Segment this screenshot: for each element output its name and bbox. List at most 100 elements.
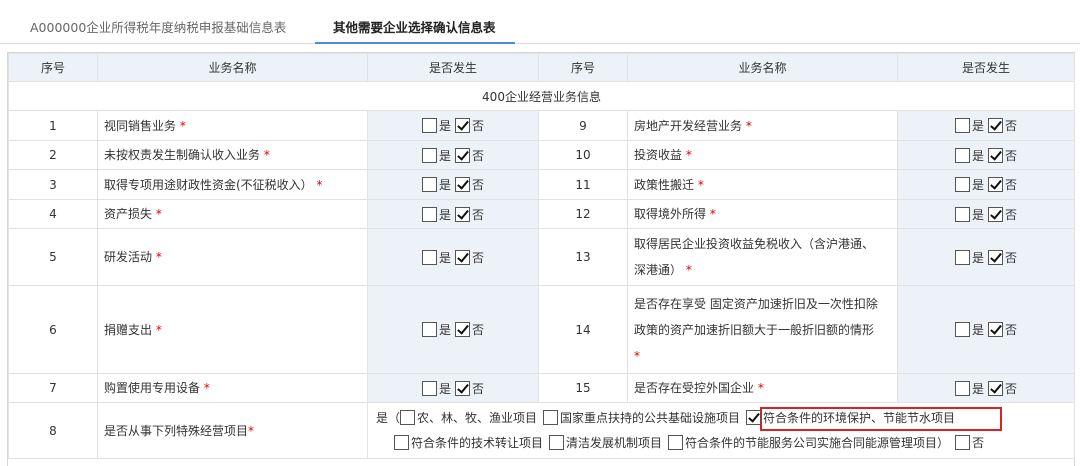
- no-checkbox[interactable]: [455, 206, 470, 222]
- row-number: 7: [8, 373, 98, 403]
- no-checkbox[interactable]: [988, 147, 1003, 163]
- occur-choice: 是否: [897, 140, 1075, 170]
- no-checkbox[interactable]: [455, 249, 470, 265]
- business-name: 研发活动 *: [97, 228, 368, 286]
- table-row: 6 捐赠支出 * 是否 14 是否存在享受 固定资产加速折旧及一次性扣除 政策的资…: [8, 285, 1075, 374]
- no-checkbox[interactable]: [988, 206, 1003, 222]
- no-checkbox[interactable]: [455, 147, 470, 163]
- special-project-options: 是（ 农、林、牧、渔业项目 国家重点扶持的公共基础设施项目 符合条件的环境保护、节能节…: [367, 402, 1075, 459]
- required-mark: *: [155, 207, 162, 221]
- row-number: 8: [8, 402, 98, 459]
- required-mark: *: [248, 423, 255, 438]
- occur-choice: 是否: [897, 169, 1075, 200]
- no-checkbox[interactable]: [455, 322, 470, 337]
- header-name: 业务名称: [627, 53, 898, 82]
- table-row: 1 视同销售业务 * 是否 9 房地产开发经营业务 * 是否: [8, 110, 1075, 141]
- header-seq: 序号: [8, 53, 98, 82]
- option-public-infrastructure[interactable]: 国家重点扶持的公共基础设施项目: [543, 409, 740, 425]
- yes-checkbox[interactable]: [421, 249, 437, 265]
- business-name: 未按权责发生制确认收入业务 *: [97, 140, 368, 170]
- header-occur: 是否发生: [897, 53, 1075, 82]
- business-name: 投资收益 *: [627, 140, 898, 170]
- no-checkbox[interactable]: [955, 434, 971, 450]
- yes-checkbox[interactable]: [421, 322, 437, 337]
- option-checkbox[interactable]: [400, 409, 416, 425]
- option-no[interactable]: 否: [955, 434, 984, 450]
- options-suffix: ）: [937, 435, 950, 450]
- occur-choice: 是否: [897, 110, 1075, 141]
- yes-checkbox[interactable]: [954, 322, 970, 337]
- yes-checkbox[interactable]: [954, 380, 970, 396]
- yes-checkbox[interactable]: [954, 147, 970, 163]
- business-name: 是否从事下列特殊经营项目*: [97, 402, 368, 459]
- yes-checkbox[interactable]: [421, 206, 437, 222]
- header-occur: 是否发生: [367, 53, 539, 82]
- option-checkbox[interactable]: [543, 409, 559, 425]
- required-mark: *: [697, 177, 704, 192]
- section-title: 400企业经营业务信息: [8, 81, 1075, 111]
- option-clean-development[interactable]: 清洁发展机制项目: [549, 434, 662, 450]
- occur-choice: 是否: [367, 110, 539, 141]
- business-name: 是否存在享受 固定资产加速折旧及一次性扣除 政策的资产加速折旧额大于一般折旧额的情…: [627, 285, 898, 374]
- table-header: 序号 业务名称 是否发生 序号 业务名称 是否发生: [8, 53, 1075, 82]
- required-mark: *: [263, 148, 270, 162]
- table-row: 4 资产损失 * 是否 12 取得境外所得 * 是否: [8, 199, 1075, 229]
- required-mark: *: [203, 381, 210, 395]
- row-number: 11: [538, 169, 628, 200]
- yes-checkbox[interactable]: [954, 249, 970, 265]
- row-number: 3: [8, 169, 98, 200]
- no-checkbox[interactable]: [455, 177, 470, 192]
- occur-choice: 是否: [367, 373, 539, 403]
- yes-checkbox[interactable]: [421, 177, 437, 192]
- row-number: 1: [8, 110, 98, 141]
- business-name: 购置使用专用设备 *: [97, 373, 368, 403]
- required-mark: *: [179, 118, 186, 133]
- business-name: 政策性搬迁 *: [627, 169, 898, 200]
- option-checkbox[interactable]: [394, 434, 409, 450]
- required-mark: *: [155, 322, 162, 337]
- option-checkbox[interactable]: [746, 409, 762, 425]
- header-name: 业务名称: [97, 53, 368, 82]
- row-number: 14: [538, 285, 628, 374]
- business-info-panel: 400企业经营业务信息 序号 业务名称 是否发生 序号 业务名称 是否发生 1 …: [7, 52, 1075, 466]
- option-agriculture[interactable]: 农、林、牧、渔业项目: [400, 409, 537, 425]
- business-name: 房地产开发经营业务 *: [627, 110, 898, 141]
- yes-checkbox[interactable]: [954, 177, 970, 192]
- business-name: 视同销售业务 *: [97, 110, 368, 141]
- required-mark: *: [709, 207, 716, 221]
- yes-checkbox[interactable]: [421, 118, 437, 133]
- business-name: 取得境外所得 *: [627, 199, 898, 229]
- no-checkbox[interactable]: [988, 380, 1003, 396]
- yes-checkbox[interactable]: [421, 147, 437, 163]
- highlight-box: [760, 407, 1002, 431]
- no-checkbox[interactable]: [988, 177, 1003, 192]
- required-mark: *: [685, 148, 692, 162]
- header-seq: 序号: [538, 53, 628, 82]
- required-mark: *: [634, 348, 640, 363]
- tab-basic-info[interactable]: A000000企业所得税年度纳税申报基础信息表: [30, 17, 286, 36]
- tab-other-confirm[interactable]: 其他需要企业选择确认信息表: [333, 17, 496, 36]
- occur-choice: 是否: [367, 199, 539, 229]
- no-checkbox[interactable]: [988, 249, 1003, 265]
- required-mark: *: [155, 250, 162, 264]
- option-checkbox[interactable]: [549, 434, 565, 450]
- table-row-special-projects: 8 是否从事下列特殊经营项目* 是（ 农、林、牧、渔业项目 国家重点扶持的公共基础设…: [8, 402, 1075, 459]
- occur-choice: 是否: [367, 285, 539, 374]
- occur-choice: 是否: [367, 169, 539, 200]
- row-number: 9: [538, 110, 628, 141]
- table-row: 7 购置使用专用设备 * 是否 15 是否存在受控外国企业 * 是否: [8, 373, 1075, 403]
- yes-checkbox[interactable]: [421, 380, 437, 396]
- yes-checkbox[interactable]: [954, 118, 970, 133]
- no-checkbox[interactable]: [988, 322, 1003, 337]
- option-tech-transfer[interactable]: 符合条件的技术转让项目: [394, 434, 543, 450]
- active-tab-indicator: [315, 42, 515, 44]
- no-checkbox[interactable]: [988, 118, 1003, 133]
- option-checkbox[interactable]: [668, 434, 684, 450]
- business-name: 取得居民企业投资收益免税收入（含沪港通、 深港通） *: [627, 228, 898, 286]
- no-checkbox[interactable]: [455, 380, 470, 396]
- no-checkbox[interactable]: [455, 118, 470, 133]
- yes-checkbox[interactable]: [954, 206, 970, 222]
- row-number: 10: [538, 140, 628, 170]
- option-energy-service[interactable]: 符合条件的节能服务公司实施合同能源管理项目）: [668, 434, 950, 450]
- row-number: 15: [538, 373, 628, 403]
